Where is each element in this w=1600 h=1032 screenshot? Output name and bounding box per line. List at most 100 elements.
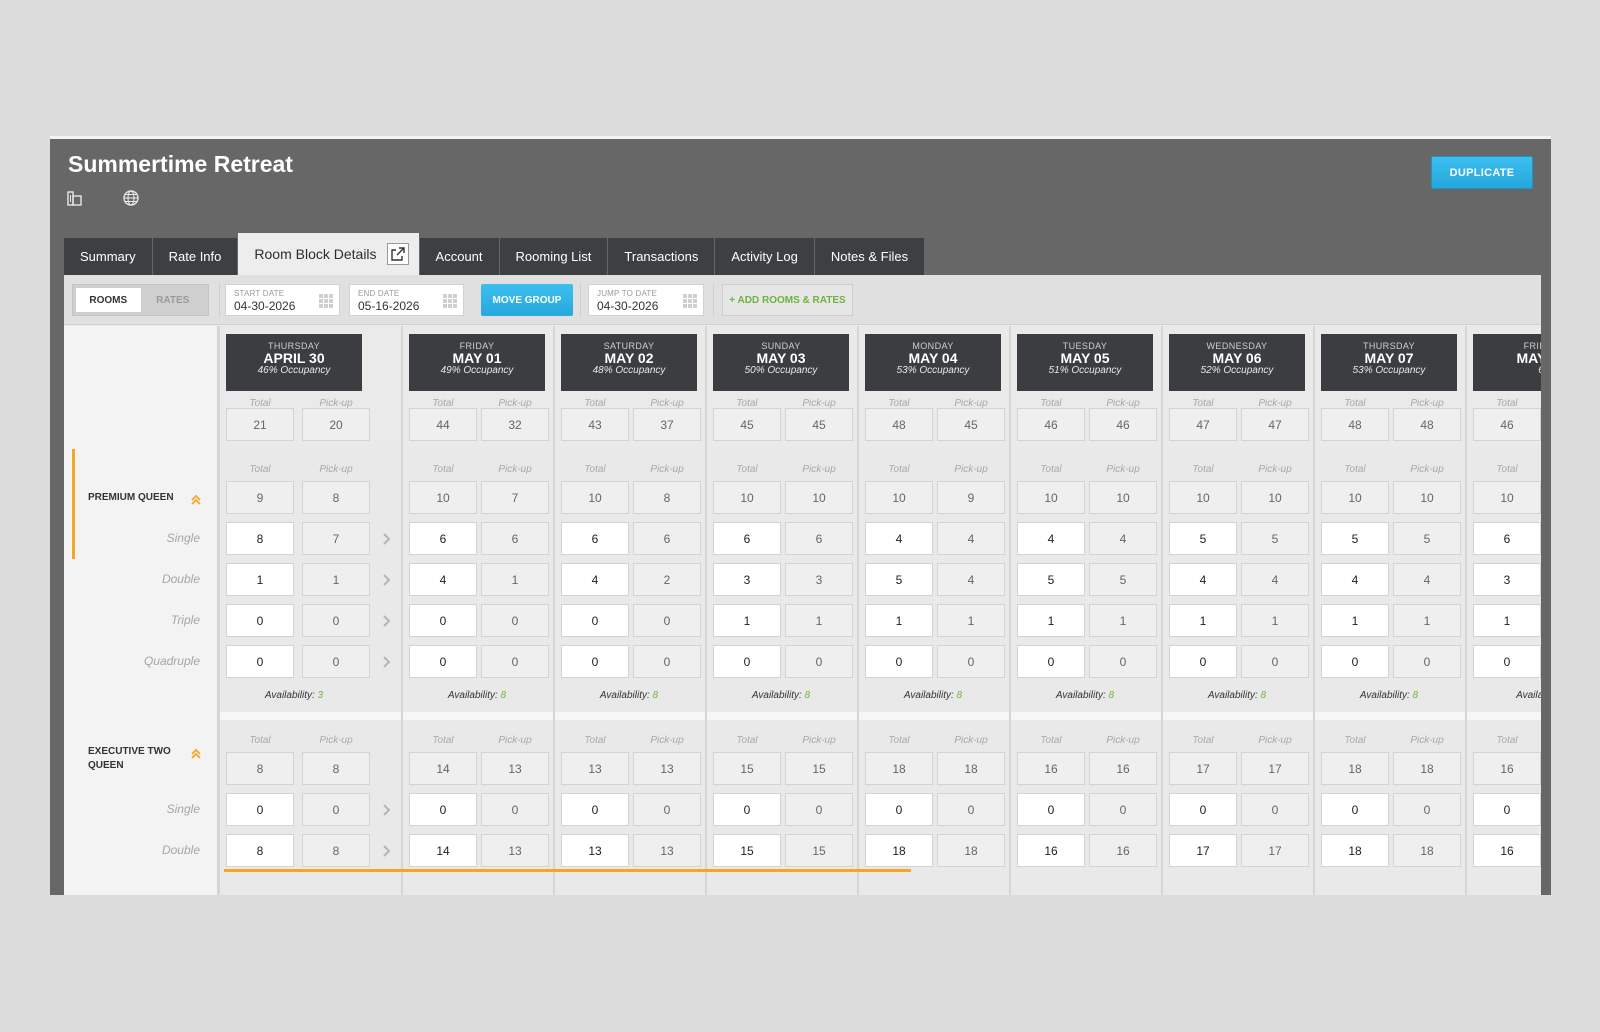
group-pickup-cell: 7: [481, 481, 549, 514]
room-count-input[interactable]: 4: [1017, 522, 1085, 555]
chevron-right-icon[interactable]: [382, 573, 392, 587]
globe-icon[interactable]: [122, 189, 140, 207]
room-count-input[interactable]: 0: [409, 645, 477, 678]
chevron-right-icon[interactable]: [382, 655, 392, 669]
day-header[interactable]: TUESDAY MAY 05 51% Occupancy: [1017, 334, 1153, 391]
room-count-input[interactable]: 4: [1169, 563, 1237, 596]
tab-rate-info[interactable]: Rate Info: [152, 238, 238, 275]
room-count-input[interactable]: 5: [1017, 563, 1085, 596]
room-count-input[interactable]: 6: [1473, 522, 1541, 555]
room-count-input[interactable]: 13: [561, 834, 629, 867]
start-date-field[interactable]: START DATE 04-30-2026: [225, 284, 340, 316]
tab-transactions[interactable]: Transactions: [608, 238, 715, 275]
room-count-input[interactable]: 0: [1473, 793, 1541, 826]
room-count-input[interactable]: 0: [561, 604, 629, 637]
room-count-input[interactable]: 4: [561, 563, 629, 596]
room-count-input[interactable]: 4: [865, 522, 933, 555]
chevron-right-icon[interactable]: [382, 532, 392, 546]
room-count-input[interactable]: 4: [409, 563, 477, 596]
room-count-input[interactable]: 0: [1321, 793, 1389, 826]
room-count-input[interactable]: 3: [713, 563, 781, 596]
room-count-input[interactable]: 6: [561, 522, 629, 555]
calendar-grid-icon[interactable]: [318, 293, 334, 309]
room-count-input[interactable]: 3: [1473, 563, 1541, 596]
room-count-input[interactable]: 6: [713, 522, 781, 555]
tab-summary[interactable]: Summary: [64, 238, 152, 275]
tab-rooming-list[interactable]: Rooming List: [499, 238, 608, 275]
pickup-count-cell: 6: [633, 522, 701, 555]
day-header[interactable]: FRIDAY MAY 01 49% Occupancy: [409, 334, 545, 391]
day-header[interactable]: MONDAY MAY 04 53% Occupancy: [865, 334, 1001, 391]
room-count-input[interactable]: 4: [1321, 563, 1389, 596]
room-count-input[interactable]: 1: [1473, 604, 1541, 637]
building-icon[interactable]: [66, 189, 84, 207]
room-count-input[interactable]: 5: [1169, 522, 1237, 555]
room-count-input[interactable]: 6: [409, 522, 477, 555]
room-count-input[interactable]: 16: [1473, 834, 1541, 867]
room-count-input[interactable]: 0: [1321, 645, 1389, 678]
expand-icon[interactable]: [386, 243, 409, 265]
room-count-input[interactable]: 0: [1017, 793, 1085, 826]
room-count-input[interactable]: 17: [1169, 834, 1237, 867]
chevron-right-icon[interactable]: [382, 803, 392, 817]
calendar-grid-icon[interactable]: [682, 293, 698, 309]
rooms-toggle[interactable]: ROOMS: [76, 288, 141, 312]
tab-room-block-details[interactable]: Room Block Details: [238, 233, 419, 275]
add-rooms-rates-button[interactable]: + ADD ROOMS & RATES: [722, 284, 853, 316]
room-type-name-line: EXECUTIVE TWO: [88, 746, 171, 757]
room-count-input[interactable]: 18: [865, 834, 933, 867]
day-column: WEDNESDAY MAY 06 52% Occupancy Total Pick-up…: [1161, 326, 1313, 895]
room-count-input[interactable]: 1: [226, 563, 294, 596]
room-count-input[interactable]: 0: [1473, 645, 1541, 678]
room-count-input[interactable]: 0: [713, 645, 781, 678]
room-count-input[interactable]: 1: [865, 604, 933, 637]
room-count-input[interactable]: 0: [409, 793, 477, 826]
room-count-input[interactable]: 0: [561, 793, 629, 826]
room-count-input[interactable]: 0: [865, 645, 933, 678]
rates-toggle[interactable]: RATES: [141, 288, 206, 312]
room-count-input[interactable]: 0: [409, 604, 477, 637]
room-count-input[interactable]: 0: [865, 793, 933, 826]
room-count-input[interactable]: 0: [1169, 645, 1237, 678]
room-count-input[interactable]: 8: [226, 522, 294, 555]
room-count-input[interactable]: 0: [226, 645, 294, 678]
room-count-input[interactable]: 5: [865, 563, 933, 596]
room-count-input[interactable]: 0: [1169, 793, 1237, 826]
room-count-input[interactable]: 8: [226, 834, 294, 867]
jump-to-date-field[interactable]: JUMP TO DATE 04-30-2026: [588, 284, 704, 316]
room-count-input[interactable]: 0: [713, 793, 781, 826]
day-header[interactable]: SATURDAY MAY 02 48% Occupancy: [561, 334, 697, 391]
day-occupancy: 53% Occupancy: [896, 365, 970, 376]
room-count-input[interactable]: 1: [1017, 604, 1085, 637]
day-header[interactable]: FRIDAYMAY 086: [1473, 334, 1541, 391]
room-count-input[interactable]: 5: [1321, 522, 1389, 555]
room-count-input[interactable]: 1: [713, 604, 781, 637]
tab-notes-files[interactable]: Notes & Files: [814, 238, 925, 275]
day-header[interactable]: THURSDAY APRIL 30 46% Occupancy: [226, 334, 362, 391]
duplicate-button[interactable]: DUPLICATE: [1431, 156, 1533, 189]
calendar-grid-icon[interactable]: [442, 293, 458, 309]
day-header[interactable]: SUNDAY MAY 03 50% Occupancy: [713, 334, 849, 391]
room-count-input[interactable]: 1: [1321, 604, 1389, 637]
chevron-right-icon[interactable]: [382, 844, 392, 858]
room-count-input[interactable]: 15: [713, 834, 781, 867]
tab-account[interactable]: Account: [419, 238, 499, 275]
chevron-right-icon[interactable]: [382, 614, 392, 628]
room-count-input[interactable]: 1: [1169, 604, 1237, 637]
room-count-input[interactable]: 0: [226, 793, 294, 826]
day-header[interactable]: THURSDAY MAY 07 53% Occupancy: [1321, 334, 1457, 391]
day-header[interactable]: WEDNESDAY MAY 06 52% Occupancy: [1169, 334, 1305, 391]
room-count-input[interactable]: 0: [561, 645, 629, 678]
move-group-button[interactable]: MOVE GROUP: [481, 284, 573, 316]
room-count-input[interactable]: 0: [226, 604, 294, 637]
collapse-chevron-icon[interactable]: [190, 747, 202, 759]
tab-activity-log[interactable]: Activity Log: [715, 238, 814, 275]
room-count-input[interactable]: 0: [1017, 645, 1085, 678]
room-count-input[interactable]: 18: [1321, 834, 1389, 867]
room-type-name: PREMIUM QUEEN: [88, 491, 174, 505]
end-date-field[interactable]: END DATE 05-16-2026: [349, 284, 464, 316]
pickup-header: Pick-up: [802, 735, 836, 746]
room-count-input[interactable]: 14: [409, 834, 477, 867]
collapse-chevron-icon[interactable]: [190, 493, 202, 505]
room-count-input[interactable]: 16: [1017, 834, 1085, 867]
